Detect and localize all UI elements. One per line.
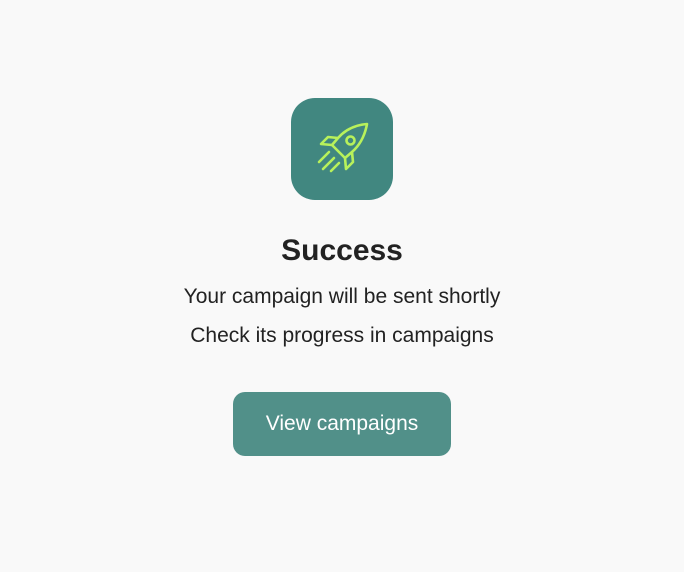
page: Success Your campaign will be sent short… [0,0,684,572]
check-progress-message: Check its progress in campaigns [190,324,494,347]
rocket-icon-tile [291,98,393,200]
rocket-icon [317,122,369,173]
success-panel: Success Your campaign will be sent short… [0,0,684,572]
view-campaigns-button[interactable]: View campaigns [233,392,451,456]
sent-shortly-message: Your campaign will be sent shortly [183,285,501,308]
success-title: Success [281,234,403,267]
